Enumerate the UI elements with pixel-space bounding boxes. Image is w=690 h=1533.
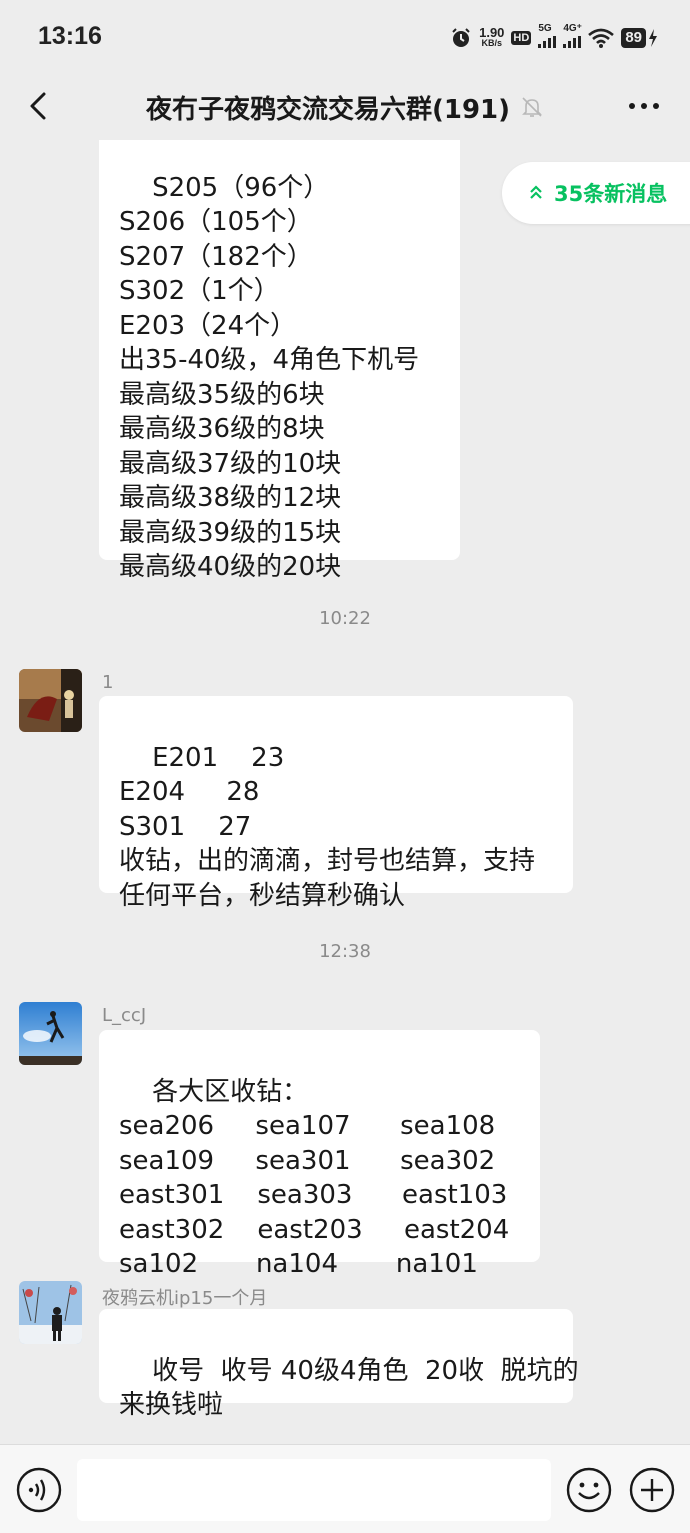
sender-name: 1 <box>102 672 114 693</box>
avatar[interactable] <box>19 1281 82 1344</box>
mute-bell-icon <box>522 97 542 117</box>
wifi-icon <box>588 28 615 48</box>
avatar-image <box>19 1002 82 1065</box>
message-bubble[interactable]: 收号 收号 40级4角色 20收 脱坑的 来换钱啦 <box>99 1309 579 1420</box>
avatar-image <box>19 669 82 732</box>
status-bar: 13:16 1.90 KB/s HD 5G 4G⁺ 89 <box>0 0 690 74</box>
message-bubble[interactable]: E201 23 E204 28 S301 27 收钻，出的滴滴，封号也结算，支持… <box>99 696 573 911</box>
message-text: 收号 收号 40级4角色 20收 脱坑的 来换钱啦 <box>119 1355 579 1421</box>
timestamp: 10:22 <box>319 608 371 629</box>
avatar[interactable] <box>19 669 82 732</box>
double-chevron-up-icon <box>530 185 542 199</box>
message-text: 各大区收钻： sea206 sea107 sea108 sea109 sea30… <box>119 1076 510 1280</box>
sender-name: 夜鸦云机ip15一个月 <box>102 1288 268 1309</box>
message-bubble[interactable]: 各大区收钻： sea206 sea107 sea108 sea109 sea30… <box>99 1030 540 1279</box>
message-text: S205（96个） S206（105个） S207（182个） S302（1个）… <box>119 172 420 583</box>
input-bar <box>0 1444 690 1533</box>
timestamp: 12:38 <box>319 941 371 962</box>
chat-title[interactable]: 夜冇子夜鸦交流交易六群(191) <box>146 89 510 126</box>
battery-icon: 89 <box>621 28 658 48</box>
avatar-image <box>19 1281 82 1344</box>
status-icons: 1.90 KB/s HD 5G 4G⁺ 89 <box>450 23 658 52</box>
signal-4g-icon: 4G⁺ <box>563 23 582 48</box>
back-arrow-icon[interactable] <box>22 86 62 126</box>
more-icon[interactable] <box>624 88 664 124</box>
new-messages-label: 35条新消息 <box>554 182 668 206</box>
avatar[interactable] <box>19 1002 82 1065</box>
chat-area[interactable]: S205（96个） S206（105个） S207（182个） S302（1个）… <box>0 140 690 1444</box>
voice-icon[interactable] <box>16 1467 62 1513</box>
net-speed: 1.90 KB/s <box>479 25 505 48</box>
new-messages-button[interactable]: 35条新消息 <box>502 162 690 224</box>
message-bubble[interactable]: S205（96个） S206（105个） S207（182个） S302（1个）… <box>99 140 460 582</box>
hd-badge: HD <box>511 31 532 45</box>
plus-icon[interactable] <box>629 1467 675 1513</box>
emoji-icon[interactable] <box>566 1467 612 1513</box>
message-input[interactable] <box>77 1459 551 1521</box>
sender-name: L_ccJ <box>102 1005 147 1026</box>
status-time: 13:16 <box>38 22 102 50</box>
alarm-icon <box>452 28 470 47</box>
signal-5g-icon: 5G <box>538 23 557 48</box>
chat-header: 夜冇子夜鸦交流交易六群(191) <box>0 74 690 140</box>
title-wrap: 夜冇子夜鸦交流交易六群(191) <box>90 82 600 132</box>
charging-icon <box>649 29 657 47</box>
message-text: E201 23 E204 28 S301 27 收钻，出的滴滴，封号也结算，支持… <box>119 742 536 911</box>
